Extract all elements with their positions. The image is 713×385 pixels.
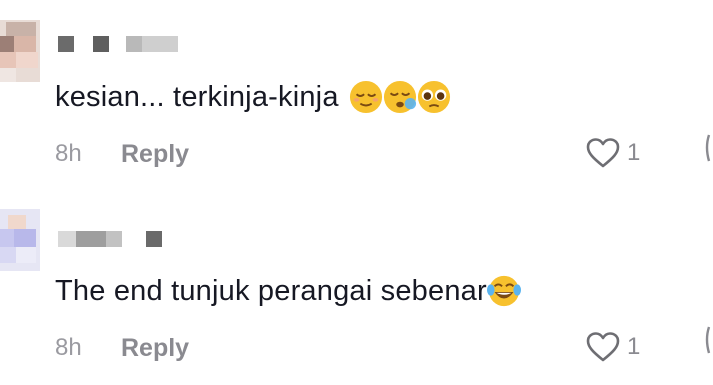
tears-of-joy-emoji xyxy=(486,275,521,307)
comment-text: The end tunjuk perangai sebenar xyxy=(55,271,521,311)
heart-icon[interactable] xyxy=(585,137,621,169)
like-button[interactable]: 1 xyxy=(585,329,640,365)
comment-meta: 8h Reply xyxy=(55,331,189,365)
heart-icon[interactable] xyxy=(585,331,621,363)
reply-button[interactable]: Reply xyxy=(121,334,189,363)
like-count: 1 xyxy=(627,139,641,166)
comment-time: 8h xyxy=(55,334,82,361)
reply-button[interactable]: Reply xyxy=(121,140,189,169)
comment-text: kesian... terkinja-kinja xyxy=(55,77,451,117)
sleepy-face-emoji xyxy=(383,80,416,114)
dislike-icon-partial[interactable] xyxy=(703,325,713,355)
comment-time: 8h xyxy=(55,140,82,167)
avatar[interactable] xyxy=(0,209,40,271)
pleading-face-emoji xyxy=(417,80,450,114)
dislike-icon-partial[interactable] xyxy=(703,133,713,163)
comment-body: kesian... terkinja-kinja xyxy=(55,80,339,113)
like-button[interactable]: 1 xyxy=(585,135,640,171)
comment-item: The end tunjuk perangai sebenar 8h Reply… xyxy=(0,195,713,385)
comment-body: The end tunjuk perangai sebenar xyxy=(55,274,487,307)
comment-meta: 8h Reply xyxy=(55,137,189,171)
relieved-face-emoji xyxy=(349,80,382,114)
avatar[interactable] xyxy=(0,20,40,82)
like-count: 1 xyxy=(627,333,641,360)
comment-item: kesian... terkinja-kinja 8h Reply 1 xyxy=(0,0,713,190)
